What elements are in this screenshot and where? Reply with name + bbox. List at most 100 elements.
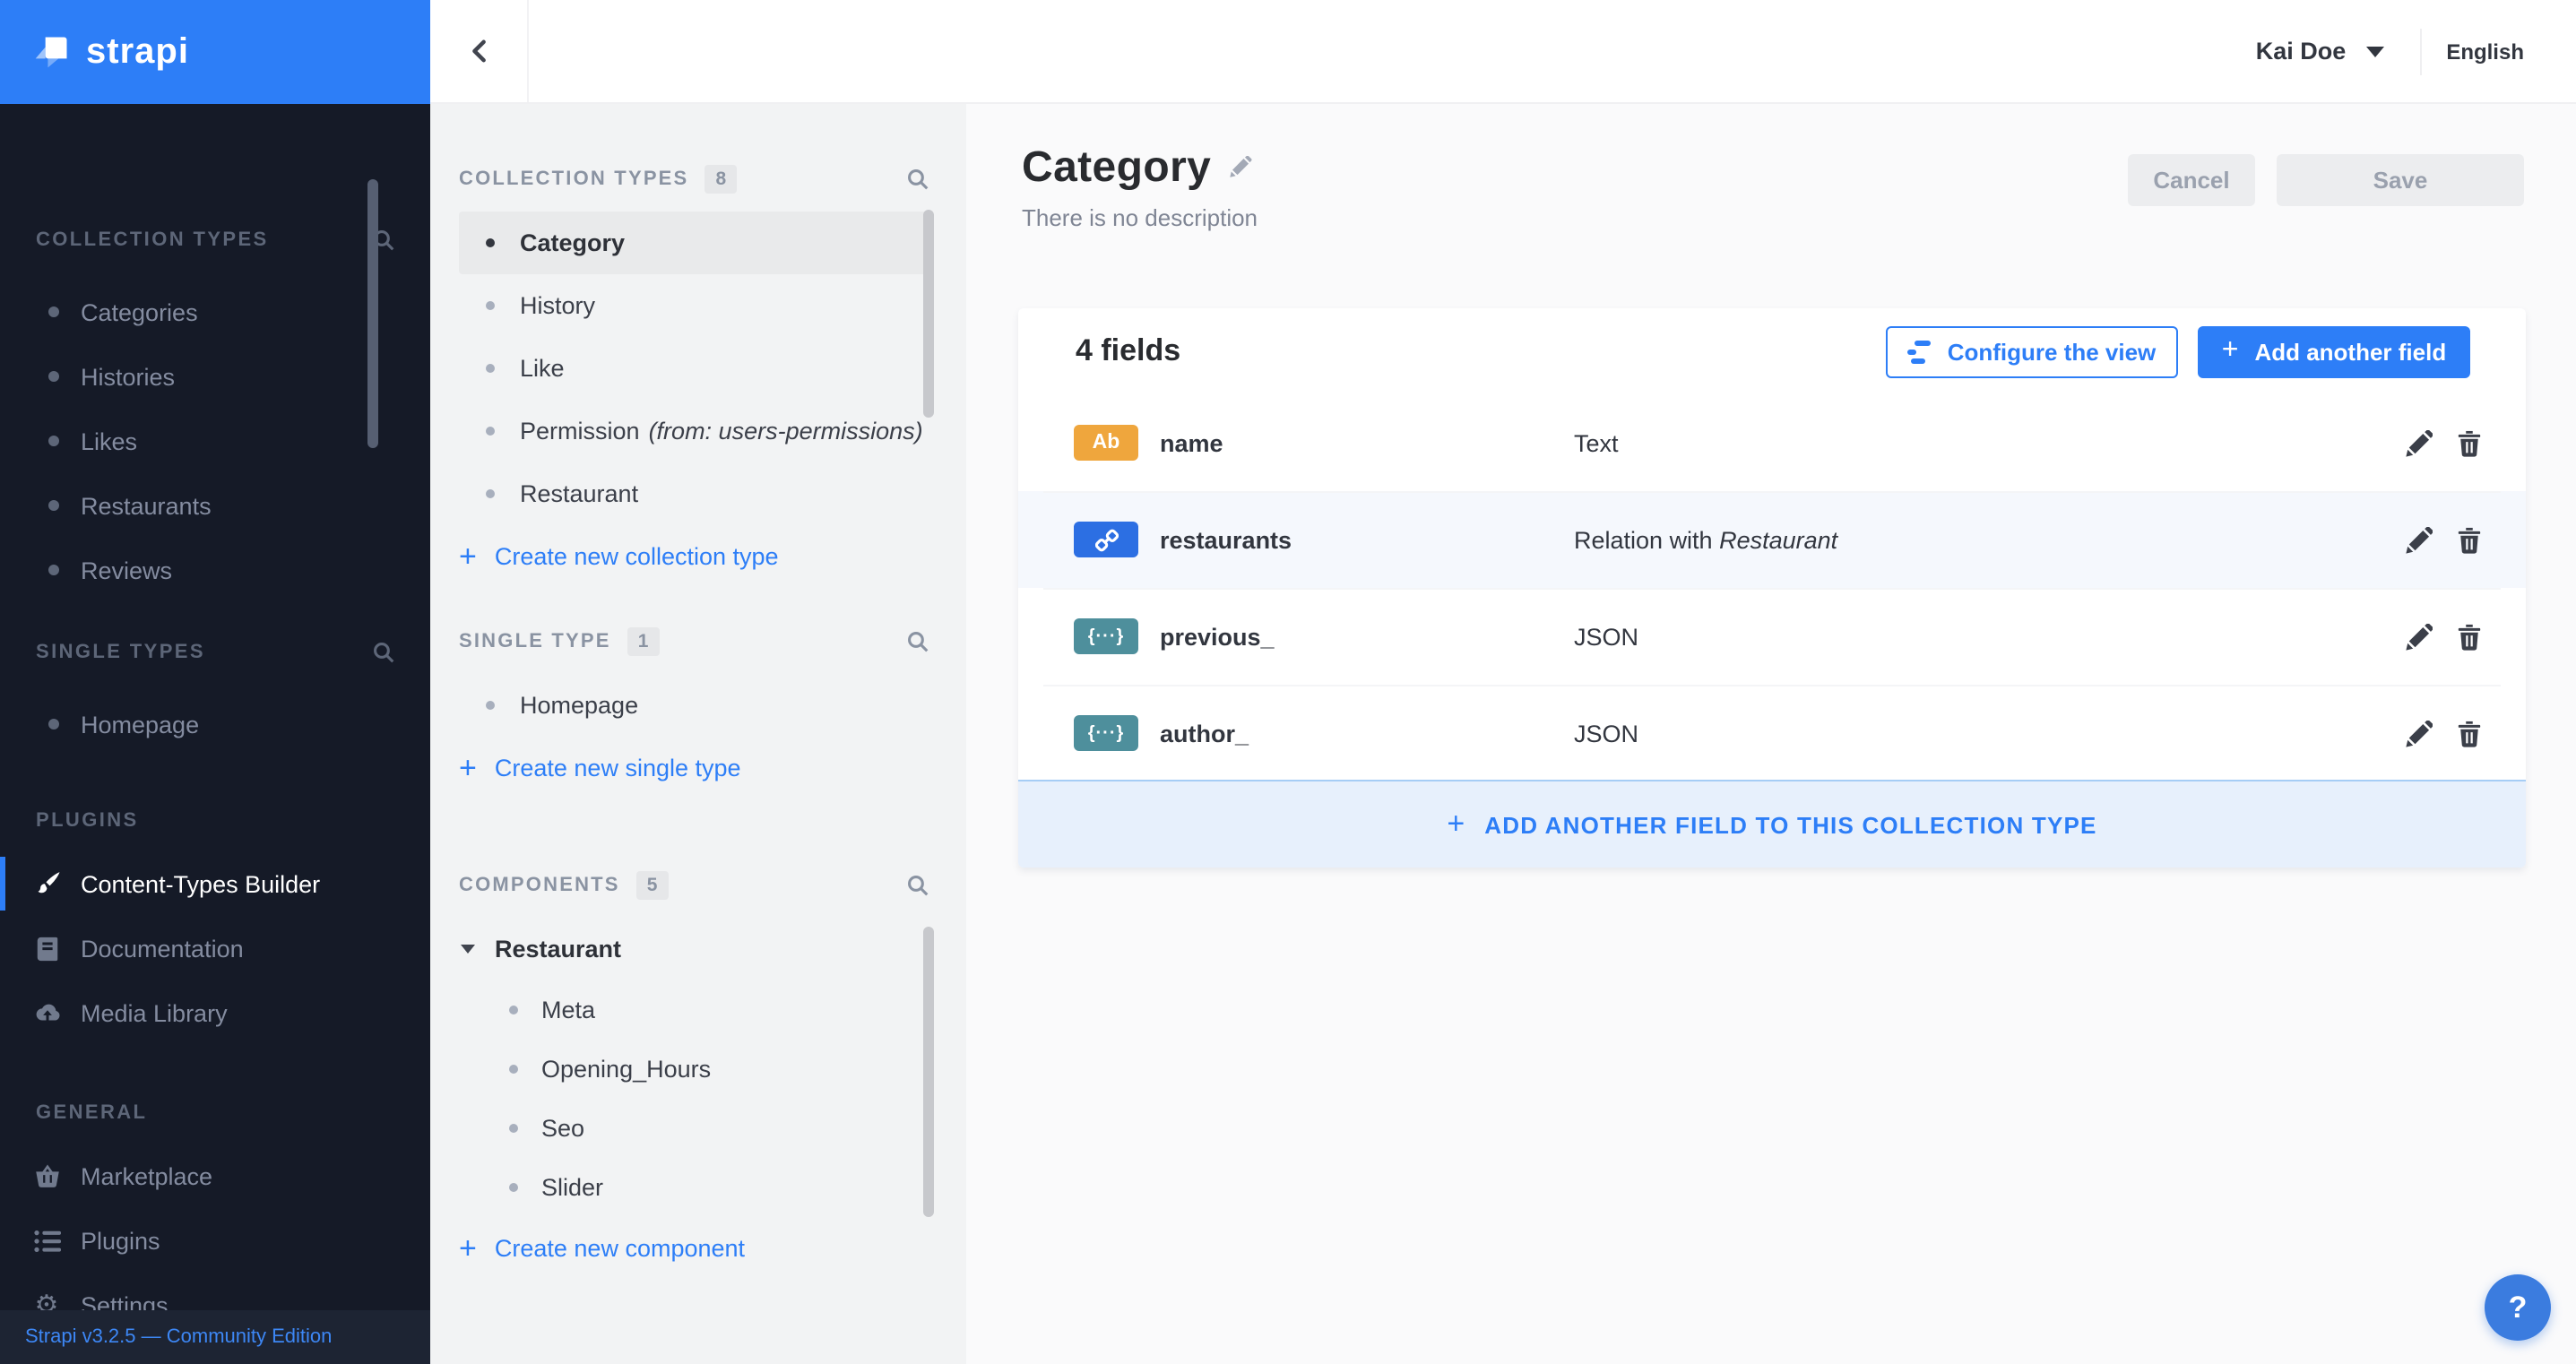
item-label: Like — [520, 355, 565, 382]
add-field-to-collection-cta[interactable]: + ADD ANOTHER FIELD TO THIS COLLECTION T… — [1018, 780, 2526, 868]
collection-item-category[interactable]: Category — [459, 212, 932, 274]
component-group-restaurant[interactable]: Restaurant — [430, 918, 966, 980]
single-type-header: SINGLE TYPE 1 — [430, 627, 966, 656]
collection-list-scrollbar[interactable] — [923, 210, 934, 418]
edit-pencil-icon[interactable] — [2406, 623, 2433, 650]
search-icon[interactable] — [907, 168, 929, 190]
save-button[interactable]: Save — [2277, 154, 2524, 206]
search-icon[interactable] — [373, 642, 394, 663]
text-field-badge: Ab — [1074, 425, 1138, 461]
sidebar-item-documentation[interactable]: Documentation — [0, 916, 430, 980]
strapi-admin: strapi COLLECTION TYPES Categories Histo… — [0, 0, 2576, 1364]
sidebar-item-likes[interactable]: Likes — [0, 409, 430, 473]
components-list-scrollbar[interactable] — [923, 927, 934, 1217]
bullet-icon — [48, 500, 59, 511]
app-sidebar-scrollbar[interactable] — [367, 179, 378, 448]
delete-trash-icon[interactable] — [2456, 526, 2483, 553]
plus-icon: + — [459, 540, 477, 574]
topbar: Kai Doe English — [430, 0, 2576, 104]
field-row-name[interactable]: Ab name Text — [1018, 394, 2526, 491]
bullet-icon — [48, 371, 59, 382]
edit-pencil-icon[interactable] — [2406, 720, 2433, 747]
plus-icon: + — [459, 1231, 477, 1265]
delete-trash-icon[interactable] — [2456, 720, 2483, 747]
delete-trash-icon[interactable] — [2456, 623, 2483, 650]
plus-icon: + — [2221, 335, 2239, 366]
sidebar-item-histories[interactable]: Histories — [0, 344, 430, 409]
item-label: Slider — [541, 1174, 604, 1201]
bullet-icon — [509, 1124, 518, 1133]
sidebar-item-reviews[interactable]: Reviews — [0, 538, 430, 602]
bullet-icon — [48, 306, 59, 317]
section-plugins: PLUGINS — [0, 807, 430, 835]
count-badge: 8 — [705, 165, 738, 194]
search-icon[interactable] — [907, 631, 929, 652]
field-type: JSON — [1574, 720, 1639, 747]
item-label: Documentation — [81, 935, 244, 962]
sidebar-item-media-library[interactable]: Media Library — [0, 980, 430, 1045]
create-collection-type-link[interactable]: + Create new collection type — [430, 525, 966, 588]
item-label: Content-Types Builder — [81, 870, 321, 897]
field-name: restaurants — [1160, 526, 1292, 553]
strapi-logo[interactable]: strapi — [0, 0, 430, 104]
collection-item-permission[interactable]: Permission (from: users-permissions) — [459, 400, 932, 462]
section-general: GENERAL — [0, 1099, 430, 1127]
page-subtitle: There is no description — [1022, 204, 1258, 231]
section-title: COLLECTION TYPES — [36, 229, 269, 251]
version-link[interactable]: Strapi v3.2.5 — Community Edition — [25, 1326, 332, 1348]
cta-label: ADD ANOTHER FIELD TO THIS COLLECTION TYP… — [1484, 811, 2097, 838]
collection-item-like[interactable]: Like — [459, 337, 932, 400]
field-row-previous[interactable]: {···} previous_ JSON — [1018, 588, 2526, 685]
sidebar-item-plugins[interactable]: Plugins — [0, 1208, 430, 1273]
bullet-icon — [486, 364, 495, 373]
app-sidebar: strapi COLLECTION TYPES Categories Histo… — [0, 0, 430, 1364]
field-row-author[interactable]: {···} author_ JSON — [1018, 685, 2526, 781]
sidebar-item-restaurants[interactable]: Restaurants — [0, 473, 430, 538]
bullet-icon — [509, 1006, 518, 1014]
fields-card-header: 4 fields Configure the view + Add anothe… — [1018, 308, 2526, 394]
create-component-link[interactable]: + Create new component — [430, 1217, 966, 1280]
sidebar-item-categories[interactable]: Categories — [0, 280, 430, 344]
field-row-restaurants[interactable]: restaurants Relation with Restaurant — [1018, 491, 2526, 588]
item-label: Homepage — [81, 711, 200, 738]
delete-trash-icon[interactable] — [2456, 429, 2483, 456]
create-single-type-link[interactable]: + Create new single type — [430, 737, 966, 799]
item-note: (from: users-permissions) — [648, 418, 923, 445]
section-title: COMPONENTS — [459, 875, 620, 896]
sidebar-item-marketplace[interactable]: Marketplace — [0, 1144, 430, 1208]
relation-field-badge — [1074, 522, 1138, 557]
edit-pencil-icon[interactable] — [2406, 429, 2433, 456]
back-button[interactable] — [430, 0, 529, 102]
language-selector[interactable]: English — [2446, 39, 2524, 64]
user-menu[interactable]: Kai Doe — [2256, 38, 2384, 65]
sidebar-item-content-types-builder[interactable]: Content-Types Builder — [0, 851, 430, 916]
item-label: Permission — [520, 418, 640, 445]
component-item-meta[interactable]: Meta — [430, 980, 966, 1040]
plus-icon: + — [1447, 807, 1465, 841]
link-icon — [1094, 528, 1118, 551]
add-another-field-button[interactable]: + Add another field — [2198, 325, 2470, 377]
page-title: Category — [1022, 143, 1212, 192]
paintbrush-icon — [32, 869, 61, 898]
component-item-opening-hours[interactable]: Opening_Hours — [430, 1040, 966, 1099]
single-item-homepage[interactable]: Homepage — [459, 674, 932, 737]
component-item-seo[interactable]: Seo — [430, 1099, 966, 1158]
collection-item-restaurant[interactable]: Restaurant — [459, 462, 932, 525]
help-button[interactable]: ? — [2485, 1274, 2551, 1341]
plus-icon: + — [459, 751, 477, 785]
edit-pencil-icon[interactable] — [2406, 526, 2433, 553]
search-icon[interactable] — [907, 875, 929, 896]
bullet-icon — [486, 701, 495, 710]
sidebar-item-homepage[interactable]: Homepage — [0, 692, 430, 756]
component-item-slider[interactable]: Slider — [430, 1158, 966, 1217]
edit-title-pencil-icon[interactable] — [1229, 156, 1254, 181]
bullet-icon — [48, 719, 59, 729]
bullet-icon — [486, 301, 495, 310]
section-title: GENERAL — [36, 1102, 148, 1124]
collection-item-history[interactable]: History — [459, 274, 932, 337]
link-label: Create new collection type — [494, 543, 779, 570]
chevron-down-icon — [2365, 46, 2384, 56]
section-title: SINGLE TYPE — [459, 631, 611, 652]
cancel-button[interactable]: Cancel — [2128, 154, 2255, 206]
configure-view-button[interactable]: Configure the view — [1886, 325, 2178, 377]
